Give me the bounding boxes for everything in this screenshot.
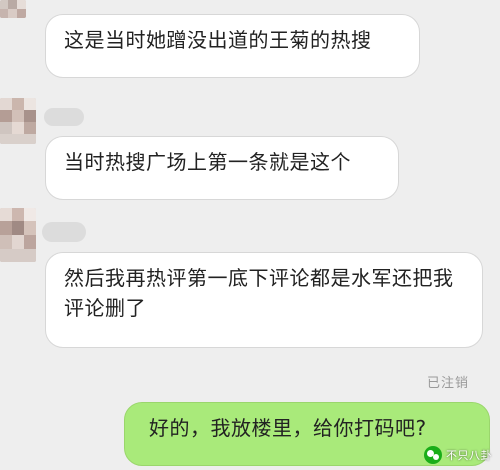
watermark: 不只八卦 — [424, 446, 492, 464]
status-text: 已注销 — [427, 376, 470, 391]
blurred-name — [44, 108, 84, 126]
watermark-text: 不只八卦 — [446, 449, 492, 462]
blurred-name — [42, 222, 86, 242]
avatar[interactable] — [0, 208, 36, 262]
cancelled-status: 已注销 — [427, 372, 469, 391]
message-bubble: 当时热搜广场上第一条就是这个 — [45, 136, 399, 200]
message-bubble: 然后我再热评第一底下评论都是水军还把我评论删了 — [45, 252, 483, 348]
message-text: 然后我再热评第一底下评论都是水军还把我评论删了 — [64, 266, 454, 320]
wechat-icon — [424, 446, 442, 464]
message-text: 当时热搜广场上第一条就是这个 — [64, 150, 351, 174]
message-text: 好的，我放楼里，给你打码吧? — [149, 416, 427, 440]
avatar[interactable] — [0, 98, 36, 144]
avatar[interactable] — [0, 0, 26, 18]
message-bubble: 这是当时她蹭没出道的王菊的热搜 — [45, 14, 420, 78]
message-text: 这是当时她蹭没出道的王菊的热搜 — [64, 28, 372, 52]
